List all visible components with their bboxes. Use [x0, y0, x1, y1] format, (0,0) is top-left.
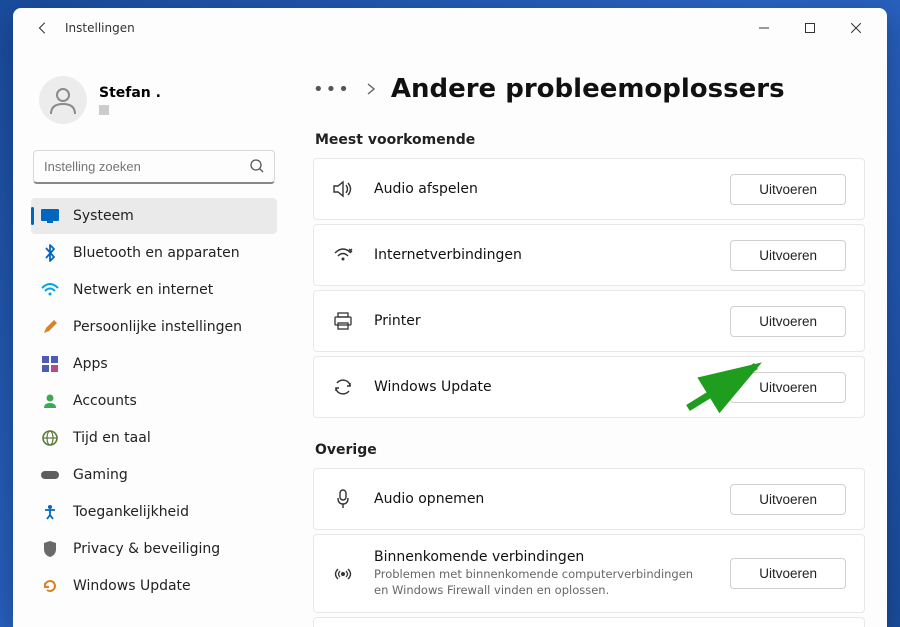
troubleshooter-printer: Printer Uitvoeren [313, 290, 865, 352]
nav-label: Bluetooth en apparaten [73, 245, 240, 261]
nav-label: Apps [73, 356, 108, 372]
card-title: Audio opnemen [374, 491, 710, 507]
maximize-button[interactable] [787, 12, 833, 44]
cards-other: Audio opnemen Uitvoeren Binnenkomende ve… [313, 468, 865, 627]
sidebar: Stefan . Systeem Bl [13, 48, 291, 627]
chevron-right-icon [367, 80, 375, 99]
profile-name: Stefan . [99, 85, 161, 101]
search-input[interactable] [33, 150, 275, 184]
breadcrumb-more-icon[interactable]: ••• [313, 79, 351, 100]
accounts-icon [41, 392, 59, 410]
window-title: Instellingen [65, 21, 135, 35]
sidebar-item-accounts[interactable]: Accounts [31, 383, 277, 419]
nav-label: Privacy & beveiliging [73, 541, 220, 557]
profile-placeholder [99, 105, 109, 115]
troubleshooter-windows-update: Windows Update Uitvoeren [313, 356, 865, 418]
search-wrap [33, 150, 275, 184]
troubleshooter-audio-playback: Audio afspelen Uitvoeren [313, 158, 865, 220]
printer-icon [332, 310, 354, 332]
nav-label: Systeem [73, 208, 134, 224]
nav-label: Persoonlijke instellingen [73, 319, 242, 335]
nav-label: Accounts [73, 393, 137, 409]
troubleshooter-incoming-connections: Binnenkomende verbindingen Problemen met… [313, 534, 865, 613]
settings-window: Instellingen Stefan . [13, 8, 887, 627]
maximize-icon [805, 23, 815, 33]
nav-label: Gaming [73, 467, 128, 483]
apps-icon [41, 355, 59, 373]
breadcrumb: ••• Andere probleemoplossers [313, 74, 865, 104]
search-icon [249, 158, 265, 178]
system-icon [41, 207, 59, 225]
sidebar-item-bluetooth[interactable]: Bluetooth en apparaten [31, 235, 277, 271]
speaker-icon [332, 178, 354, 200]
run-button[interactable]: Uitvoeren [730, 484, 846, 515]
content-area: Stefan . Systeem Bl [13, 48, 887, 627]
gaming-icon [41, 466, 59, 484]
run-button[interactable]: Uitvoeren [730, 240, 846, 271]
wifi-icon [332, 244, 354, 266]
nav-label: Tijd en taal [73, 430, 151, 446]
person-icon [47, 84, 79, 116]
card-title: Printer [374, 313, 710, 329]
run-button[interactable]: Uitvoeren [730, 174, 846, 205]
card-title: Windows Update [374, 379, 710, 395]
troubleshooter-audio-recording: Audio opnemen Uitvoeren [313, 468, 865, 530]
shield-icon [41, 540, 59, 558]
run-button[interactable]: Uitvoeren [730, 372, 846, 403]
bluetooth-icon [41, 244, 59, 262]
globe-icon [41, 429, 59, 447]
sidebar-item-apps[interactable]: Apps [31, 346, 277, 382]
sync-icon [332, 376, 354, 398]
card-title: Audio afspelen [374, 181, 710, 197]
wifi-icon [41, 281, 59, 299]
nav-list: Systeem Bluetooth en apparaten Netwerk e… [31, 198, 277, 604]
brush-icon [41, 318, 59, 336]
sidebar-item-personalization[interactable]: Persoonlijke instellingen [31, 309, 277, 345]
sidebar-item-system[interactable]: Systeem [31, 198, 277, 234]
window-controls [741, 12, 879, 44]
nav-label: Toegankelijkheid [73, 504, 189, 520]
troubleshooter-bluetooth: Bluetooth Uitvoeren [313, 617, 865, 627]
section-title-other: Overige [315, 442, 865, 458]
titlebar: Instellingen [13, 8, 887, 48]
page-title: Andere probleemoplossers [391, 74, 785, 104]
close-button[interactable] [833, 12, 879, 44]
avatar [39, 76, 87, 124]
run-button[interactable]: Uitvoeren [730, 306, 846, 337]
sidebar-item-time-language[interactable]: Tijd en taal [31, 420, 277, 456]
microphone-icon [332, 488, 354, 510]
card-title: Binnenkomende verbindingen [374, 549, 710, 565]
minimize-button[interactable] [741, 12, 787, 44]
main-panel: ••• Andere probleemoplossers Meest voork… [291, 48, 887, 627]
sidebar-item-privacy[interactable]: Privacy & beveiliging [31, 531, 277, 567]
update-icon [41, 577, 59, 595]
back-button[interactable] [29, 14, 57, 42]
sidebar-item-network[interactable]: Netwerk en internet [31, 272, 277, 308]
card-description: Problemen met binnenkomende computerverb… [374, 567, 710, 598]
section-title-common: Meest voorkomende [315, 132, 865, 148]
nav-label: Windows Update [73, 578, 191, 594]
troubleshooter-internet: Internetverbindingen Uitvoeren [313, 224, 865, 286]
cards-common: Audio afspelen Uitvoeren Internetverbind… [313, 158, 865, 418]
accessibility-icon [41, 503, 59, 521]
run-button[interactable]: Uitvoeren [730, 558, 846, 589]
card-title: Internetverbindingen [374, 247, 710, 263]
sidebar-item-gaming[interactable]: Gaming [31, 457, 277, 493]
close-icon [851, 23, 861, 33]
sidebar-item-accessibility[interactable]: Toegankelijkheid [31, 494, 277, 530]
arrow-left-icon [36, 21, 50, 35]
minimize-icon [759, 23, 769, 33]
profile-section[interactable]: Stefan . [31, 48, 277, 144]
nav-label: Netwerk en internet [73, 282, 213, 298]
broadcast-icon [332, 563, 354, 585]
profile-info: Stefan . [99, 85, 161, 115]
sidebar-item-windows-update[interactable]: Windows Update [31, 568, 277, 604]
